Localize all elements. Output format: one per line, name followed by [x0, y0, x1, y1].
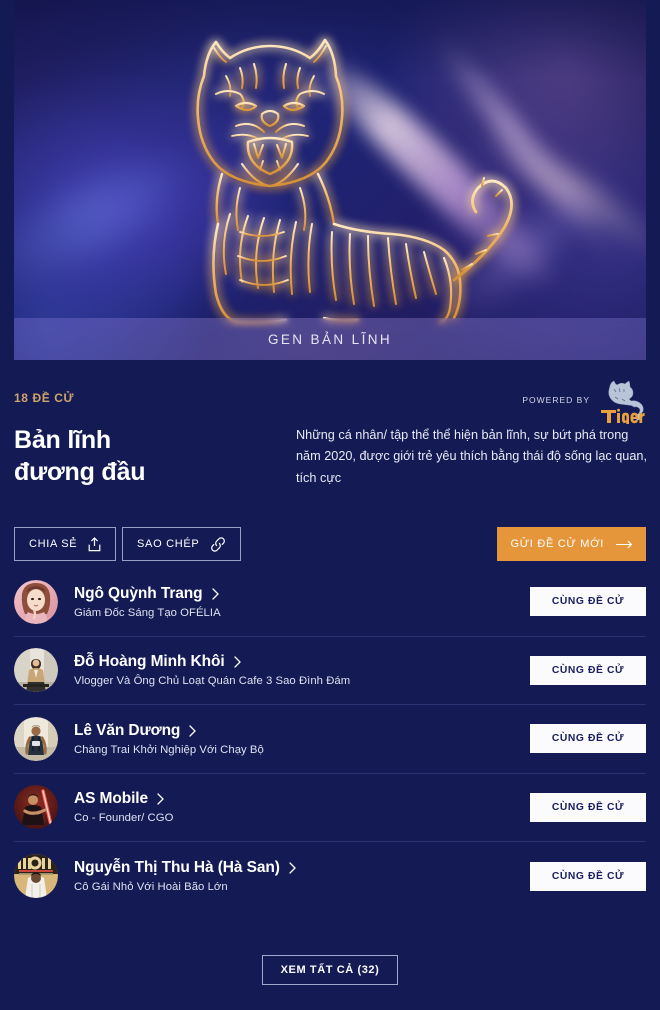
nominee-name: AS Mobile [74, 790, 149, 808]
neon-tiger-icon [196, 38, 513, 324]
nominate-button[interactable]: CÙNG ĐỀ CỬ [530, 861, 646, 891]
avatar [14, 785, 58, 830]
avatar-image-le-van-duong [14, 716, 58, 761]
nominee-name-line: Đỗ Hoàng Minh Khôi [74, 653, 530, 671]
nominate-button[interactable]: CÙNG ĐỀ CỬ [530, 724, 646, 754]
avatar [14, 579, 58, 624]
nominee-info: Đỗ Hoàng Minh Khôi Vlogger Và Ông Chủ Lo… [74, 653, 530, 687]
avatar-image-ngo-quynh-trang [14, 579, 58, 624]
page-title-line1: Bản lĩnh [14, 426, 112, 454]
nominee-name: Lê Văn Dương [74, 721, 181, 739]
nominee-subtitle: Cô Gái Nhỏ Với Hoài Bão Lớn [74, 881, 228, 894]
powered-by-text: POWERED BY [522, 395, 590, 405]
nominee-info: Ngô Quỳnh Trang Giám Đốc Sáng Tạo OFÉLIA [74, 585, 530, 619]
nominee-subtitle: Giám Đốc Sáng Tạo OFÉLIA [74, 606, 221, 619]
share-button-label: CHIA SẺ [29, 538, 78, 550]
nominate-button[interactable]: CÙNG ĐỀ CỬ [530, 655, 646, 685]
page-description-text: Những cá nhân/ tập thể thể hiện bản lĩnh… [296, 428, 648, 485]
arrow-right-icon [616, 540, 633, 548]
nominee-list: Ngô Quỳnh Trang Giám Đốc Sáng Tạo OFÉLIA… [14, 568, 646, 911]
nominee-name: Nguyễn Thị Thu Hà (Hà San) [74, 859, 280, 877]
page-root: GEN BẢN LĨNH 18 ĐỀ CỬ POWERED BY Bản lĩn… [0, 0, 660, 1010]
link-chain-icon [211, 536, 226, 552]
copy-link-button[interactable]: SAO CHÉP [122, 527, 242, 561]
submit-nomination-label: GỬI ĐỀ CỬ MỚI [510, 538, 604, 550]
powered-by-block: POWERED BY [522, 380, 646, 424]
nominee-name: Ngô Quỳnh Trang [74, 584, 203, 602]
page-description-block: Những cá nhân/ tập thể thể hiện bản lĩnh… [296, 425, 652, 489]
copy-link-button-label: SAO CHÉP [137, 538, 200, 550]
hero-caption-bar: GEN BẢN LĨNH [14, 318, 646, 360]
table-row[interactable]: AS Mobile Co - Founder/ CGO CÙNG ĐỀ CỬ [14, 774, 646, 842]
avatar-image-nguyen-thi-thu-ha [14, 854, 58, 899]
nominee-name-line: Lê Văn Dương [74, 722, 530, 740]
table-row[interactable]: Đỗ Hoàng Minh Khôi Vlogger Và Ông Chủ Lo… [14, 637, 646, 705]
table-row[interactable]: Ngô Quỳnh Trang Giám Đốc Sáng Tạo OFÉLIA… [14, 568, 646, 637]
table-row[interactable]: Lê Văn Dương Chàng Trai Khởi Nghiệp Với … [14, 705, 646, 774]
hero-banner[interactable]: GEN BẢN LĨNH [14, 0, 646, 360]
nominee-info: Nguyễn Thị Thu Hà (Hà San) Cô Gái Nhỏ Vớ… [74, 859, 530, 893]
chevron-right-icon[interactable] [211, 588, 219, 600]
chevron-right-icon[interactable] [233, 656, 241, 668]
meta-row: 18 ĐỀ CỬ POWERED BY [14, 380, 646, 426]
nominate-button[interactable]: CÙNG ĐỀ CỬ [530, 587, 646, 617]
avatar [14, 648, 58, 693]
nominee-info: Lê Văn Dương Chàng Trai Khởi Nghiệp Với … [74, 722, 530, 756]
avatar [14, 716, 58, 761]
chevron-right-icon[interactable] [289, 862, 296, 874]
nominee-name-line: AS Mobile [74, 790, 530, 808]
nominee-subtitle: Chàng Trai Khởi Nghiệp Với Chạy Bộ [74, 743, 264, 756]
nomination-count-label: 18 ĐỀ CỬ [14, 391, 75, 405]
nominee-name-line: Ngô Quỳnh Trang [74, 585, 530, 603]
nominee-subtitle: Co - Founder/ CGO [74, 812, 174, 825]
avatar-image-as-mobile [14, 785, 58, 830]
nominee-name-line: Nguyễn Thị Thu Hà (Hà San) [74, 859, 530, 877]
chevron-right-icon[interactable] [189, 725, 197, 737]
table-row[interactable]: Nguyễn Thị Thu Hà (Hà San) Cô Gái Nhỏ Vớ… [14, 842, 646, 911]
action-bar: CHIA SẺ SAO CHÉP GỬI ĐỀ CỬ MỚI [14, 527, 646, 561]
nominee-name: Đỗ Hoàng Minh Khôi [74, 653, 225, 671]
avatar [14, 854, 58, 899]
share-upload-icon [88, 536, 101, 551]
chevron-right-icon[interactable] [157, 793, 164, 805]
view-all-button[interactable]: XEM TẤT CẢ (32) [261, 955, 399, 985]
share-button[interactable]: CHIA SẺ [14, 527, 117, 561]
page-title-block: Bản lĩnh đương đầu [14, 424, 274, 488]
footer: XEM TẤT CẢ (32) [0, 955, 660, 985]
nominee-subtitle: Vlogger Và Ông Chủ Loạt Quán Cafe 3 Sao … [74, 675, 351, 688]
submit-nomination-button[interactable]: GỬI ĐỀ CỬ MỚI [497, 527, 646, 561]
tiger-brand-logo-icon [601, 380, 645, 424]
nominee-info: AS Mobile Co - Founder/ CGO [74, 790, 530, 824]
page-title-line2: đương đầu [14, 458, 146, 486]
avatar-image-do-hoang-minh-khoi [14, 648, 58, 693]
nominate-button[interactable]: CÙNG ĐỀ CỬ [530, 792, 646, 822]
hero-caption-text: GEN BẢN LĨNH [267, 331, 393, 347]
